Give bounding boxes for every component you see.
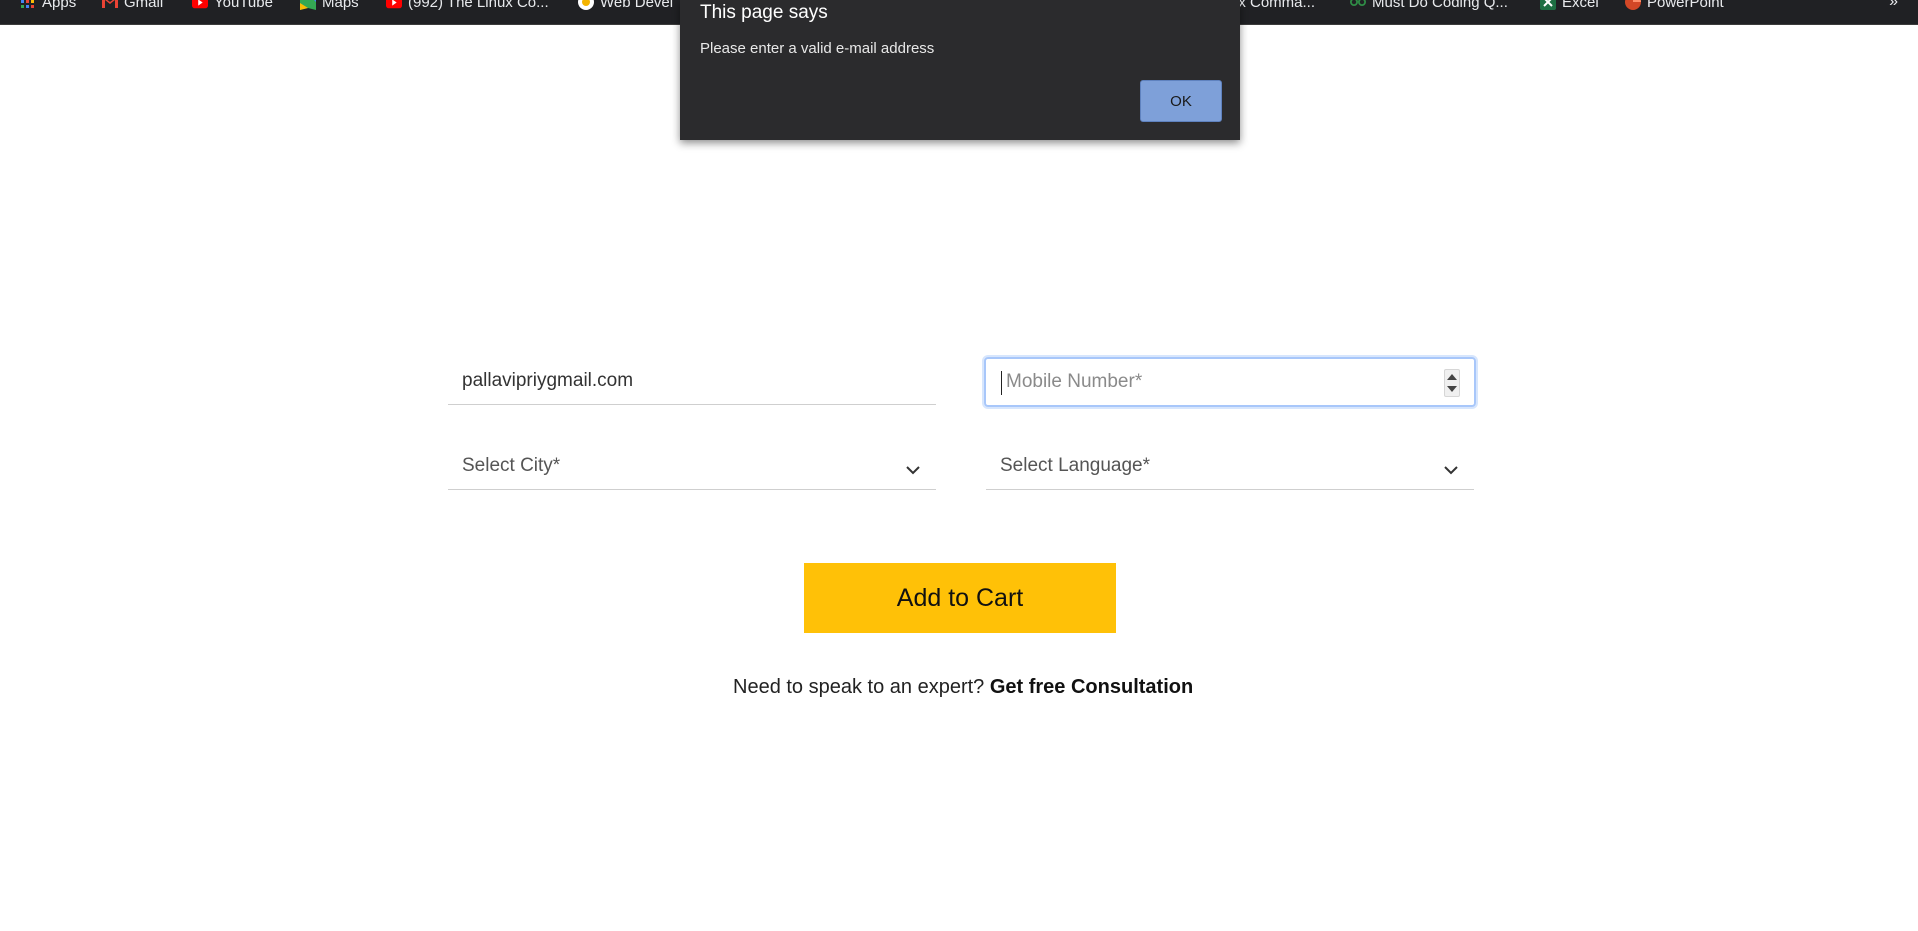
dialog-message: Please enter a valid e-mail address [700,40,935,57]
city-select[interactable]: Select City* [448,442,936,490]
bookmark-linux-commands[interactable]: ux Comma... [1230,0,1316,11]
bookmark-label: ux Comma... [1230,0,1316,11]
excel-icon [1540,0,1556,10]
bookmark-youtube[interactable]: YouTube [192,0,273,11]
text-cursor [1001,371,1002,395]
gmail-icon [102,0,118,10]
language-select[interactable]: Select Language* [986,442,1474,490]
apps-grid-icon [20,0,36,10]
youtube-icon [386,0,402,10]
city-placeholder: Select City* [462,454,561,476]
bookmark-label: Must Do Coding Q... [1372,0,1508,11]
bookmark-gmail[interactable]: Gmail [102,0,164,11]
maps-icon [300,0,316,10]
geeks-icon [1350,0,1366,10]
chevron-down-icon [1444,459,1458,481]
email-value: pallavipriygmail.com [462,369,634,391]
bookmarks-overflow-button[interactable]: » [1889,0,1898,11]
consultation-line: Need to speak to an expert? Get free Con… [733,676,1193,699]
powerpoint-icon [1625,0,1641,10]
alert-dialog: This page says Please enter a valid e-ma… [680,0,1240,140]
add-to-cart-button[interactable]: Add to Cart [804,563,1116,633]
bookmark-label: PowerPoint [1647,0,1724,11]
web-icon [578,0,594,10]
number-spinner[interactable] [1444,369,1460,397]
bookmark-label: Maps [322,0,359,11]
bookmark-label: Web Devel [600,0,674,11]
mobile-placeholder: Mobile Number* [1006,371,1143,392]
chevron-down-icon [906,459,920,481]
ok-button[interactable]: OK [1140,80,1222,122]
youtube-icon [192,0,208,10]
language-placeholder: Select Language* [1000,454,1151,476]
bookmark-apps[interactable]: Apps [20,0,77,11]
bookmark-label: Gmail [124,0,164,11]
bookmark-label: YouTube [214,0,273,11]
email-field[interactable]: pallavipriygmail.com [448,357,936,405]
bookmark-powerpoint[interactable]: PowerPoint [1625,0,1724,11]
bookmark-excel[interactable]: Excel [1540,0,1599,11]
bookmark-label: Apps [42,0,77,11]
mobile-number-input[interactable]: Mobile Number* [984,357,1476,407]
bookmark-maps[interactable]: Maps [300,0,359,11]
bookmark-web-dev[interactable]: Web Devel [578,0,674,11]
free-consultation-link[interactable]: Get free Consultation [990,676,1193,698]
spinner-up-icon[interactable] [1447,374,1457,380]
bookmark-linux-command[interactable]: (992) The Linux Co... [386,0,549,11]
consult-text: Need to speak to an expert? [733,676,985,698]
dialog-title: This page says [700,2,828,23]
bookmark-label: (992) The Linux Co... [408,0,549,11]
bookmark-label: Excel [1562,0,1599,11]
spinner-down-icon[interactable] [1447,386,1457,392]
bookmark-must-do-coding[interactable]: Must Do Coding Q... [1350,0,1508,11]
